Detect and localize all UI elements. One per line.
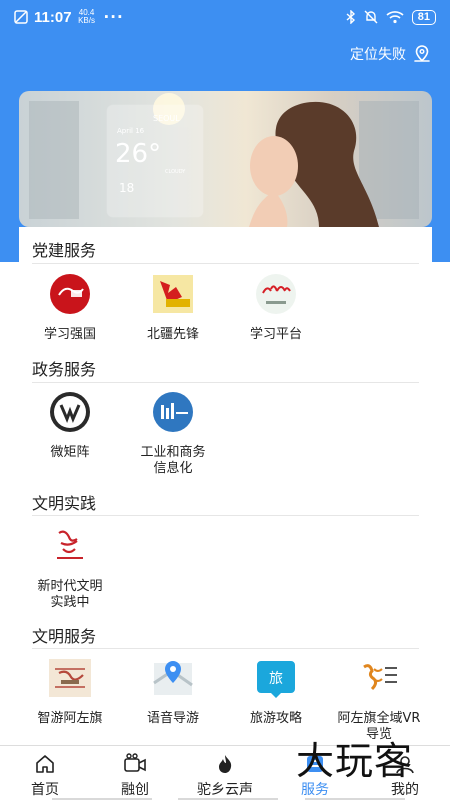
section-title-civilization-service: 文明服务 (32, 627, 97, 646)
section-title-civilization-practice: 文明实践 (32, 494, 97, 513)
section-divider (32, 263, 419, 264)
xuexi-qiangguo-icon (50, 274, 90, 314)
service-beijiang-xianfeng[interactable]: 北疆先锋 (127, 273, 219, 343)
section-divider (32, 382, 419, 383)
tab-tuoxiang-yunsheng[interactable]: 驼乡云声 (180, 746, 270, 800)
net-speed: 40.4 KB/s (78, 8, 95, 25)
xinshidai-icon (49, 525, 91, 567)
section-divider (32, 515, 419, 516)
lv-badge-icon: 旅 (257, 661, 295, 698)
service-lvyou-gonglue[interactable]: 旅 旅游攻略 (230, 657, 322, 727)
services-panel: 党建服务 学习强国 北疆先锋 学习平台 政务服务 微矩阵 工业和商务信息化 文明… (19, 227, 432, 745)
battery-indicator: 81 (411, 9, 436, 25)
mute-icon (364, 10, 378, 24)
more-notifications: ··· (103, 8, 124, 26)
location-text: 定位失败 (350, 47, 406, 63)
home-icon (36, 755, 54, 773)
status-bar: 11:07 40.4 KB/s ··· 81 (0, 0, 450, 34)
bluetooth-icon (346, 10, 355, 24)
location-pin-icon (414, 45, 430, 62)
service-xuexi-qiangguo[interactable]: 学习强国 (24, 273, 116, 343)
banner-image (29, 93, 419, 227)
service-zhiyou-azuoqi[interactable]: 智游阿左旗 (24, 657, 116, 727)
weather-condition: CLOUDY (165, 169, 186, 175)
section-divider (32, 648, 419, 649)
flame-icon (219, 755, 232, 773)
weather-date: April 16 (117, 127, 145, 135)
wei-juzhen-icon (50, 392, 90, 432)
weather-temp-low: 18 (119, 181, 135, 195)
image-off-icon (14, 10, 28, 24)
section-title-party: 党建服务 (32, 241, 97, 260)
status-time: 11:07 (34, 8, 72, 26)
wifi-icon (386, 11, 404, 24)
xuexi-pingtai-icon (256, 274, 296, 314)
zhiyou-azuoqi-icon (49, 659, 91, 697)
weather-widget: SEOUL April 16 26° 18 CLOUDY (111, 99, 211, 219)
weather-temp: 26° (115, 139, 162, 169)
service-gongye-shangwu[interactable]: 工业和商务信息化 (127, 391, 219, 477)
beijiang-xianfeng-icon (153, 275, 193, 313)
weather-city: SEOUL (153, 114, 180, 123)
svg-text:旅: 旅 (269, 671, 283, 687)
location-button[interactable]: 定位失败 (350, 44, 432, 64)
azuoqi-vr-icon (358, 657, 400, 699)
service-wei-juzhen[interactable]: 微矩阵 (24, 391, 116, 461)
service-xinshidai[interactable]: 新时代文明实践中 (24, 525, 116, 611)
video-camera-icon (124, 753, 146, 772)
service-xuexi-pingtai[interactable]: 学习平台 (230, 273, 322, 343)
tab-rongchuang[interactable]: 融创 (90, 746, 180, 800)
tab-home[interactable]: 首页 (0, 746, 90, 800)
map-pin-icon (153, 661, 193, 695)
promo-banner[interactable]: SEOUL April 16 26° 18 CLOUDY (19, 91, 432, 227)
service-yuyin-daoyou[interactable]: 语音导游 (127, 657, 219, 727)
section-title-government: 政务服务 (32, 360, 97, 379)
gongye-shangwu-icon (153, 392, 193, 432)
watermark: 大玩客 (296, 739, 414, 783)
